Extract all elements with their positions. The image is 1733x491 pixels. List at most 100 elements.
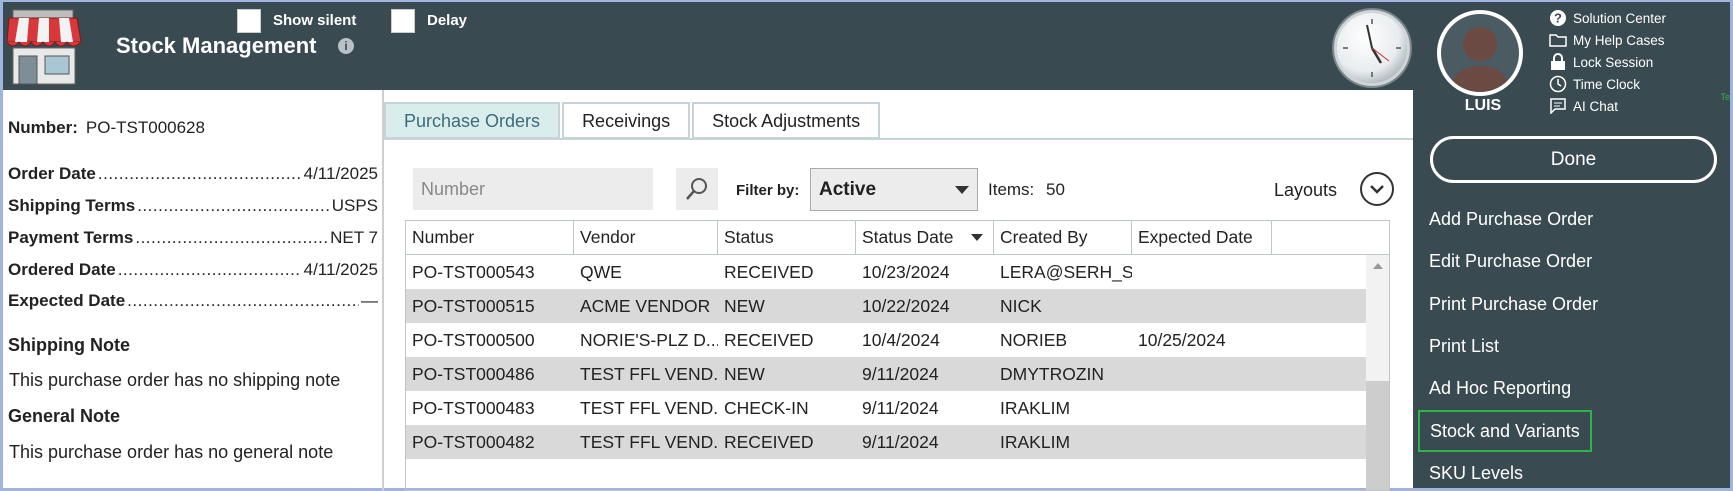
col-number[interactable]: Number <box>406 221 574 255</box>
chevron-down-icon <box>1370 185 1384 194</box>
number-value: PO-TST000628 <box>85 118 205 137</box>
order-date-label: Order Date <box>8 164 96 183</box>
app-title: Stock Management <box>116 33 317 58</box>
cell-status: RECEIVED <box>724 262 814 282</box>
general-note-text: This purchase order has no general note <box>9 442 334 462</box>
solution-center-label: Solution Center <box>1573 10 1667 26</box>
table-row[interactable]: PO-TST000483 TEST FFL VEND... CHECK-IN 9… <box>406 391 1366 425</box>
grid-header: Number Vendor Status Status Date Created… <box>406 221 1389 255</box>
cell-vendor: NORIE'S-PLZ D... <box>580 330 718 350</box>
search-icon <box>686 178 707 200</box>
cell-number: PO-TST000515 <box>412 296 535 316</box>
avatar[interactable] <box>1437 10 1523 96</box>
col-spacer <box>1272 221 1389 255</box>
table-row[interactable]: PO-TST000543 QWE RECEIVED 10/23/2024 LER… <box>406 255 1366 289</box>
cell-vendor: TEST FFL VEND... <box>580 432 718 452</box>
payment-terms-label: Payment Terms <box>8 228 134 247</box>
number-row: Number: PO-TST000628 <box>8 118 205 138</box>
payment-terms-row: Payment Terms NET 7 <box>8 228 378 248</box>
cell-expected-date <box>1132 425 1272 459</box>
cell-status: CHECK-IN <box>724 398 809 418</box>
col-created-by[interactable]: Created By <box>994 221 1132 255</box>
my-help-cases-label: My Help Cases <box>1573 32 1665 48</box>
table-row[interactable]: PO-TST000486 TEST FFL VEND... NEW 9/11/2… <box>406 357 1366 391</box>
info-icon[interactable]: i <box>338 38 354 54</box>
edge-text: Te <box>1720 92 1730 102</box>
cell-status: NEW <box>724 296 765 316</box>
expected-date-value: — <box>361 291 378 310</box>
store-icon <box>6 8 83 86</box>
done-button[interactable]: Done <box>1430 136 1717 183</box>
col-expected-date[interactable]: Expected Date <box>1132 221 1272 255</box>
print-purchase-order-action[interactable]: Print Purchase Order <box>1429 294 1598 315</box>
time-clock-link[interactable]: Time Clock <box>1549 74 1640 94</box>
search-button[interactable] <box>676 168 718 210</box>
clock-icon <box>1334 10 1410 86</box>
cell-vendor: TEST FFL VEND... <box>580 364 718 384</box>
table-row[interactable]: PO-TST000500 NORIE'S-PLZ D... RECEIVED 1… <box>406 323 1366 357</box>
cell-created-by: LERA@SERH_ST <box>1000 262 1132 282</box>
delay-checkbox[interactable] <box>391 9 415 33</box>
cell-vendor: TEST FFL VEND... <box>580 398 718 418</box>
table-row[interactable]: PO-TST000515 ACME VENDOR NEW 10/22/2024 … <box>406 289 1366 323</box>
tab-purchase-orders[interactable]: Purchase Orders <box>384 102 561 139</box>
folder-icon <box>1549 31 1567 49</box>
shipping-note-title: Shipping Note <box>8 335 130 355</box>
table-row[interactable]: PO-TST000482 TEST FFL VEND... RECEIVED 9… <box>406 425 1366 459</box>
tab-bar: Purchase Orders Receivings Stock Adjustm… <box>384 102 882 139</box>
scroll-up-icon[interactable] <box>1373 263 1383 269</box>
stock-and-variants-action[interactable]: Stock and Variants <box>1418 410 1592 452</box>
ordered-date-value: 4/11/2025 <box>303 260 378 279</box>
filter-value: Active <box>819 179 877 200</box>
cell-status: RECEIVED <box>724 432 814 452</box>
lock-session-label: Lock Session <box>1573 54 1654 70</box>
sku-levels-action[interactable]: SKU Levels <box>1429 463 1523 484</box>
cell-created-by: NORIEB <box>1000 330 1068 350</box>
right-sidebar: LUIS ? Solution Center My Help Cases Loc… <box>1413 0 1733 491</box>
tab-receivings[interactable]: Receivings <box>562 102 691 139</box>
cell-expected-date <box>1132 289 1272 323</box>
app-header: Stock Management i Show silent Delay <box>0 0 1413 90</box>
ordered-date-label: Ordered Date <box>8 260 116 279</box>
ad-hoc-reporting-action[interactable]: Ad Hoc Reporting <box>1429 378 1571 399</box>
col-status-date-label: Status Date <box>862 227 954 247</box>
purchase-orders-grid: Number Vendor Status Status Date Created… <box>405 220 1390 491</box>
cell-created-by: IRAKLIM <box>1000 398 1071 418</box>
edit-purchase-order-action[interactable]: Edit Purchase Order <box>1429 251 1592 272</box>
col-status-date[interactable]: Status Date <box>856 221 994 255</box>
main-area: Purchase Orders Receivings Stock Adjustm… <box>384 90 1413 491</box>
show-silent-checkbox[interactable] <box>237 9 261 33</box>
shipping-note-text: This purchase order has no shipping note <box>9 370 341 390</box>
scrollbar-thumb[interactable] <box>1366 381 1389 490</box>
ordered-date-row: Ordered Date 4/11/2025 <box>8 260 378 280</box>
user-name: LUIS <box>1464 97 1502 114</box>
shipping-terms-label: Shipping Terms <box>8 196 136 215</box>
ai-chat-link[interactable]: AI Chat <box>1549 96 1618 116</box>
cell-number: PO-TST000500 <box>412 330 535 350</box>
solution-center-link[interactable]: ? Solution Center <box>1549 8 1666 28</box>
expected-date-label: Expected Date <box>8 291 126 310</box>
lock-session-link[interactable]: Lock Session <box>1549 52 1653 72</box>
cell-vendor: QWE <box>580 262 622 282</box>
search-input[interactable]: Number <box>413 168 653 210</box>
cell-expected-date <box>1132 391 1272 425</box>
clock-icon <box>1549 75 1567 93</box>
cell-status-date: 10/4/2024 <box>862 330 940 350</box>
col-vendor[interactable]: Vendor <box>574 221 718 255</box>
col-status[interactable]: Status <box>718 221 856 255</box>
print-list-action[interactable]: Print List <box>1429 336 1499 357</box>
cell-status-date: 10/23/2024 <box>862 262 950 282</box>
ai-chat-label: AI Chat <box>1573 98 1619 114</box>
order-date-row: Order Date 4/11/2025 <box>8 164 378 184</box>
add-purchase-order-action[interactable]: Add Purchase Order <box>1429 209 1593 230</box>
my-help-cases-link[interactable]: My Help Cases <box>1549 30 1665 50</box>
tab-stock-adjustments[interactable]: Stock Adjustments <box>692 102 881 139</box>
layouts-button[interactable] <box>1360 172 1394 206</box>
filter-select[interactable]: Active <box>810 168 978 211</box>
items-count: 50 <box>1046 180 1065 199</box>
items-label: Items: <box>988 180 1035 199</box>
delay-label: Delay <box>427 12 468 29</box>
cell-number: PO-TST000483 <box>412 398 535 418</box>
cell-created-by: DMYTROZIN <box>1000 364 1105 384</box>
cell-status-date: 10/22/2024 <box>862 296 950 316</box>
